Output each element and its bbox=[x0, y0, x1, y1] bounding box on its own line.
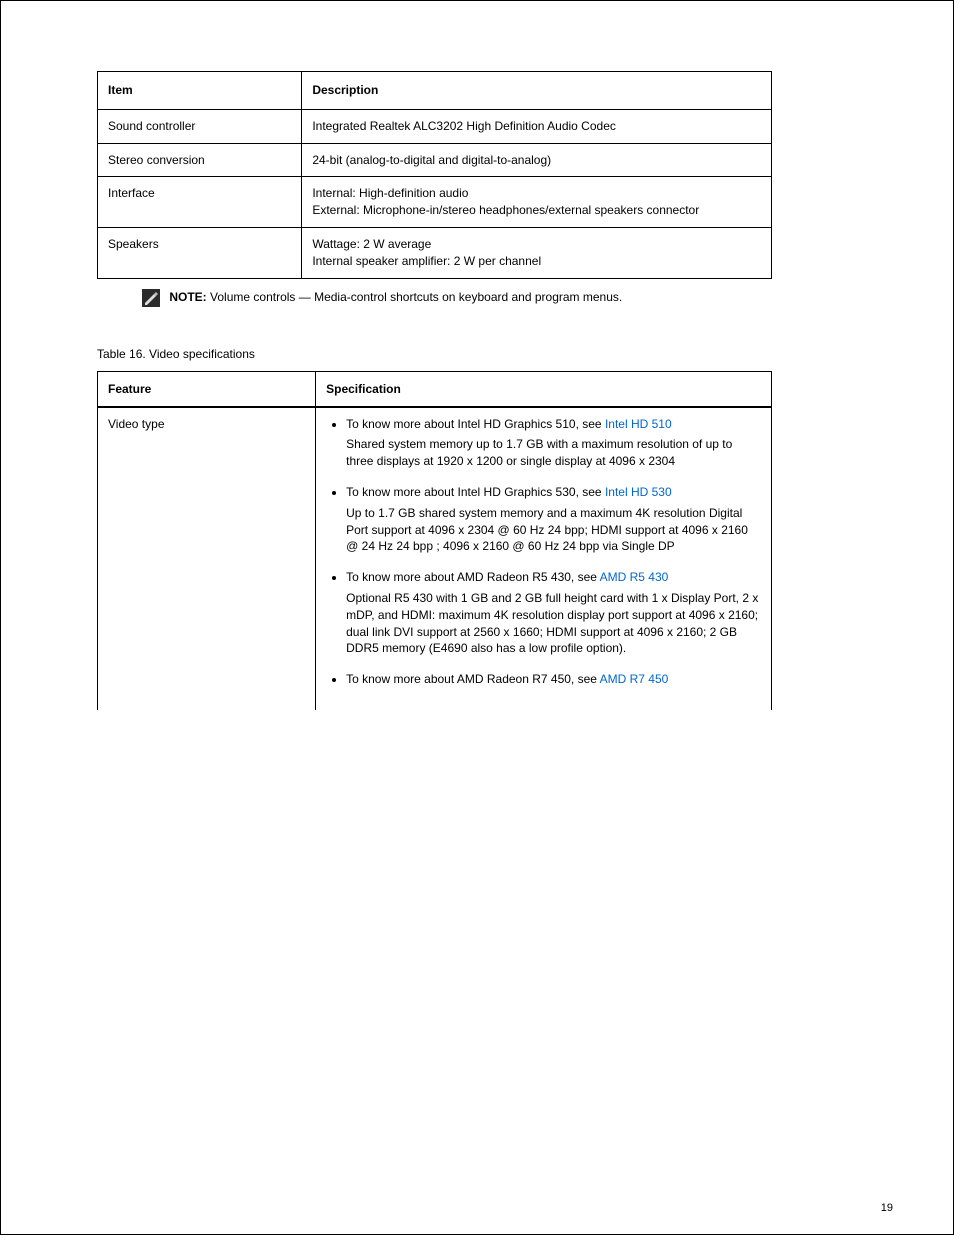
row-desc-line: Internal: High-definition audio bbox=[312, 185, 761, 202]
bullet-para: Optional R5 430 with 1 GB and 2 GB full … bbox=[346, 590, 761, 657]
row-desc: 24-bit (analog-to-digital and digital-to… bbox=[302, 143, 772, 177]
page-number: 19 bbox=[881, 1202, 893, 1214]
table-header-item: Item bbox=[98, 72, 302, 110]
row-label: Stereo conversion bbox=[98, 143, 302, 177]
row-spec: To know more about Intel HD Graphics 510… bbox=[316, 407, 772, 710]
bullet-title: To know more about AMD Radeon R7 450, se… bbox=[346, 672, 597, 686]
table-row: Stereo conversion 24-bit (analog-to-digi… bbox=[98, 143, 772, 177]
table-header-desc: Description bbox=[302, 72, 772, 110]
table-row: Speakers Wattage: 2 W average Internal s… bbox=[98, 227, 772, 278]
note-icon bbox=[142, 289, 160, 307]
row-desc-line: Wattage: 2 W average bbox=[312, 236, 761, 253]
table-caption: Table 16. Video specifications bbox=[97, 347, 867, 361]
table-header-spec: Specification bbox=[316, 371, 772, 407]
table-row: Sound controller Integrated Realtek ALC3… bbox=[98, 109, 772, 143]
table-header-feature: Feature bbox=[98, 371, 316, 407]
row-desc: Internal: High-definition audio External… bbox=[302, 177, 772, 228]
bullet-link[interactable]: AMD R7 450 bbox=[600, 672, 669, 686]
note-label: NOTE: bbox=[169, 290, 206, 304]
list-item: To know more about AMD Radeon R5 430, se… bbox=[346, 569, 761, 657]
row-desc-line: External: Microphone-in/stereo headphone… bbox=[312, 202, 761, 219]
row-desc-line: Internal speaker amplifier: 2 W per chan… bbox=[312, 253, 761, 270]
list-item: To know more about Intel HD Graphics 510… bbox=[346, 416, 761, 470]
note: NOTE: Volume controls — Media-control sh… bbox=[142, 289, 772, 307]
bullet-title: To know more about AMD Radeon R5 430, se… bbox=[346, 570, 597, 584]
bullet-link[interactable]: AMD R5 430 bbox=[600, 570, 669, 584]
row-label: Video type bbox=[98, 407, 316, 710]
audio-spec-table: Item Description Sound controller Integr… bbox=[97, 71, 772, 279]
bullet-link[interactable]: Intel HD 530 bbox=[605, 485, 672, 499]
bullet-para: Shared system memory up to 1.7 GB with a… bbox=[346, 436, 761, 470]
row-desc: Integrated Realtek ALC3202 High Definiti… bbox=[302, 109, 772, 143]
table-header-row: Feature Specification bbox=[98, 371, 772, 407]
video-spec-table: Feature Specification Video type To know… bbox=[97, 371, 772, 710]
note-body: Volume controls — Media-control shortcut… bbox=[210, 290, 622, 304]
bullet-para: Up to 1.7 GB shared system memory and a … bbox=[346, 505, 761, 555]
row-label: Interface bbox=[98, 177, 302, 228]
list-item: To know more about AMD Radeon R7 450, se… bbox=[346, 671, 761, 688]
table-header-row: Item Description bbox=[98, 72, 772, 110]
row-label: Speakers bbox=[98, 227, 302, 278]
note-text-wrap: NOTE: Volume controls — Media-control sh… bbox=[169, 289, 754, 306]
list-item: To know more about Intel HD Graphics 530… bbox=[346, 484, 761, 555]
table-row: Video type To know more about Intel HD G… bbox=[98, 407, 772, 710]
table-row: Interface Internal: High-definition audi… bbox=[98, 177, 772, 228]
row-label: Sound controller bbox=[98, 109, 302, 143]
bullet-title: To know more about Intel HD Graphics 510… bbox=[346, 417, 601, 431]
bullet-title: To know more about Intel HD Graphics 530… bbox=[346, 485, 601, 499]
bullet-link[interactable]: Intel HD 510 bbox=[605, 417, 672, 431]
row-desc: Wattage: 2 W average Internal speaker am… bbox=[302, 227, 772, 278]
video-type-list: To know more about Intel HD Graphics 510… bbox=[326, 416, 761, 688]
